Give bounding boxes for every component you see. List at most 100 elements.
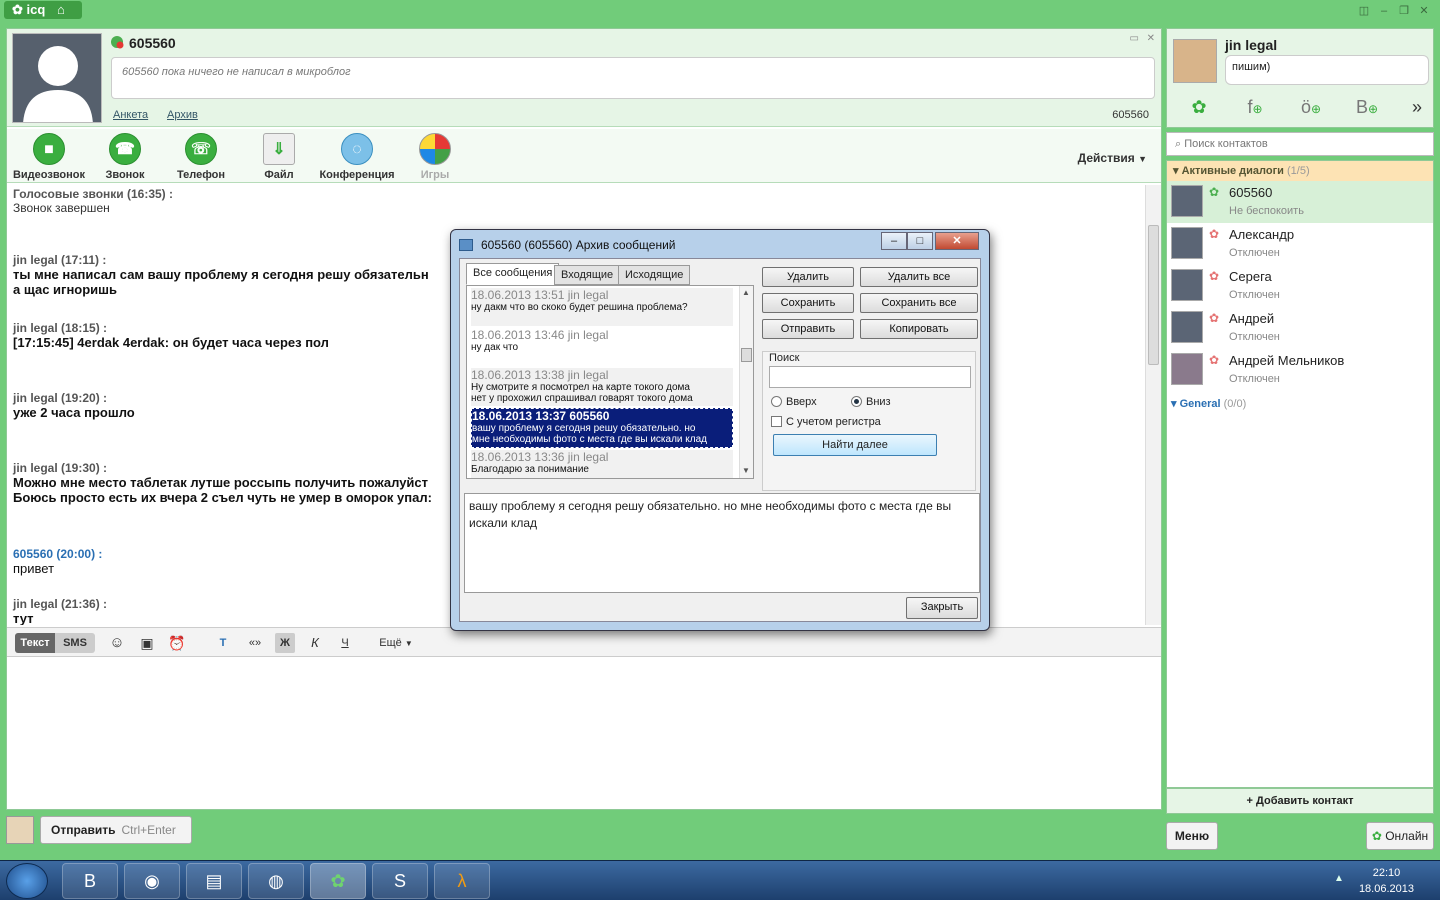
message-input[interactable]: [7, 659, 1161, 809]
contact-item[interactable]: ✿ 605560 Не беспокоить: [1167, 181, 1433, 223]
add-contact-button[interactable]: + Добавить контакт: [1166, 788, 1434, 814]
actions-menu[interactable]: Действия ▼: [1078, 151, 1147, 165]
bold-icon[interactable]: Ж: [275, 633, 295, 653]
save-all-button[interactable]: Сохранить все: [860, 293, 978, 313]
save-button[interactable]: Сохранить: [762, 293, 854, 313]
video-call-button[interactable]: ■ Видеозвонок: [11, 133, 87, 181]
close-icon[interactable]: ✕: [1147, 33, 1155, 44]
scroll-thumb[interactable]: [1148, 225, 1159, 365]
facebook-add-icon[interactable]: f⊕: [1241, 97, 1269, 119]
minimize-icon[interactable]: –: [881, 232, 907, 250]
online-label: Онлайн: [1385, 829, 1429, 843]
windows-start-icon[interactable]: [6, 863, 48, 899]
alarm-icon[interactable]: ⏰: [167, 633, 187, 653]
underline-icon[interactable]: Ч: [335, 633, 355, 653]
contact-item[interactable]: ✿ Серега Отключен: [1167, 265, 1433, 307]
text-style-icon[interactable]: T: [213, 633, 233, 653]
scroll-down-icon[interactable]: ▼: [742, 466, 750, 475]
layout-icon[interactable]: ◫: [1356, 4, 1372, 18]
avatar: [1171, 227, 1203, 259]
collapse-icon[interactable]: ▭: [1130, 33, 1139, 44]
quote-icon[interactable]: «»: [243, 633, 267, 653]
online-status-button[interactable]: ✿ Онлайн: [1366, 822, 1434, 850]
radio-icon: [771, 396, 782, 407]
explorer-b-icon[interactable]: B: [62, 863, 118, 899]
chrome-icon[interactable]: ◉: [124, 863, 180, 899]
contact-name: 605560: [129, 35, 176, 51]
case-sensitive-checkbox[interactable]: С учетом регистра: [771, 416, 881, 428]
radio-down-label: Вниз: [866, 396, 891, 408]
list-item[interactable]: 18.06.2013 13:46 jin legal ну дак что: [471, 328, 733, 366]
radio-down[interactable]: Вниз: [851, 396, 891, 408]
maximize-icon[interactable]: □: [907, 232, 933, 250]
my-status-input[interactable]: пишим): [1225, 55, 1429, 85]
close-icon[interactable]: ✕: [935, 232, 979, 250]
list-item[interactable]: 18.06.2013 13:38 jin legal Ну смотрите я…: [471, 368, 733, 406]
tv-icon[interactable]: ▣: [137, 633, 157, 653]
send-button[interactable]: Отправить Ctrl+Enter: [40, 816, 192, 844]
scroll-up-icon[interactable]: ▲: [742, 288, 750, 297]
icq-flower-icon[interactable]: ✿: [1185, 97, 1213, 119]
search-input[interactable]: [769, 366, 971, 388]
chat-scrollbar[interactable]: [1145, 185, 1161, 625]
half-life-icon[interactable]: λ: [434, 863, 490, 899]
active-dialogs-header[interactable]: ▾ Активные диалоги (1/5): [1167, 161, 1433, 181]
call-button[interactable]: ☎ Звонок: [87, 133, 163, 181]
message-header: jin legal (18:15) :: [13, 321, 108, 335]
profile-link[interactable]: Анкета: [113, 109, 148, 121]
icq-taskbar-icon[interactable]: ✿: [310, 863, 366, 899]
close-button[interactable]: Закрыть: [906, 597, 978, 619]
odnoklassniki-add-icon[interactable]: ö⊕: [1297, 97, 1325, 119]
send-button[interactable]: Отправить: [762, 319, 854, 339]
tray-arrow-icon[interactable]: ▲: [1334, 873, 1344, 884]
tab-outgoing[interactable]: Исходящие: [618, 265, 691, 285]
home-icon: ⌂: [56, 2, 65, 17]
title-bar: ✿ icq ⌂ ◫ – ❐ ✕: [0, 0, 1440, 24]
italic-icon[interactable]: К: [305, 633, 325, 653]
message-header: jin legal (19:20) :: [13, 391, 108, 405]
general-group-header[interactable]: ▾ General (0/0): [1171, 397, 1246, 410]
list-item-selected[interactable]: 18.06.2013 13:37 605560 вашу проблему я …: [471, 408, 733, 448]
archive-link[interactable]: Архив: [167, 109, 198, 121]
file-button[interactable]: ⇓ Файл: [241, 133, 317, 181]
message-preview[interactable]: вашу проблему я сегодня решу обязательно…: [464, 493, 980, 593]
radio-up[interactable]: Вверх: [771, 396, 817, 408]
my-avatar[interactable]: [1173, 39, 1217, 83]
list-item[interactable]: 18.06.2013 13:51 jin legal ну дакм что в…: [471, 288, 733, 326]
delete-button[interactable]: Удалить: [762, 267, 854, 287]
phone-button[interactable]: ☏ Телефон: [163, 133, 239, 181]
contact-search[interactable]: ⌕ Поиск контактов: [1166, 132, 1434, 156]
list-item[interactable]: 18.06.2013 13:36 jin legal Благодарю за …: [471, 450, 733, 478]
skype-icon[interactable]: S: [372, 863, 428, 899]
contact-item[interactable]: ✿ Александр Отключен: [1167, 223, 1433, 265]
message-archive-list[interactable]: 18.06.2013 13:51 jin legal ну дакм что в…: [466, 285, 754, 479]
maximize-icon[interactable]: ❐: [1396, 4, 1412, 18]
games-button[interactable]: Игры: [397, 133, 473, 181]
close-icon[interactable]: ✕: [1416, 4, 1432, 18]
menu-button[interactable]: Меню: [1166, 822, 1218, 850]
folder-icon[interactable]: ▤: [186, 863, 242, 899]
system-clock[interactable]: 22:10 18.06.2013: [1359, 865, 1414, 897]
tab-text[interactable]: Текст: [15, 633, 55, 653]
entry-body: ну дакм что во скоко будет решина пробле…: [471, 302, 688, 313]
tab-all-messages[interactable]: Все сообщения: [466, 263, 560, 285]
firefox-icon[interactable]: ◍: [248, 863, 304, 899]
contact-item[interactable]: ✿ Андрей Мельников Отключен: [1167, 349, 1433, 391]
delete-all-button[interactable]: Удалить все: [860, 267, 978, 287]
scroll-thumb[interactable]: [741, 348, 752, 362]
icq-logo[interactable]: ✿ icq ⌂: [4, 1, 82, 19]
more-menu[interactable]: Ещё ▼: [373, 633, 419, 653]
smiley-icon[interactable]: ☺: [107, 633, 127, 653]
contact-item[interactable]: ✿ Андрей Отключен: [1167, 307, 1433, 349]
find-next-button[interactable]: Найти далее: [773, 434, 937, 456]
minimize-icon[interactable]: –: [1376, 4, 1392, 18]
phone-icon: ☎: [109, 133, 141, 165]
list-scrollbar[interactable]: ▲ ▼: [739, 286, 753, 478]
vkontakte-add-icon[interactable]: В⊕: [1353, 97, 1381, 119]
more-arrows-icon[interactable]: »: [1403, 97, 1431, 119]
tab-incoming[interactable]: Входящие: [554, 265, 621, 285]
tab-sms[interactable]: SMS: [55, 633, 95, 653]
conference-button[interactable]: ◌ Конференция: [317, 133, 397, 181]
conference-label: Конференция: [319, 169, 395, 181]
copy-button[interactable]: Копировать: [860, 319, 978, 339]
